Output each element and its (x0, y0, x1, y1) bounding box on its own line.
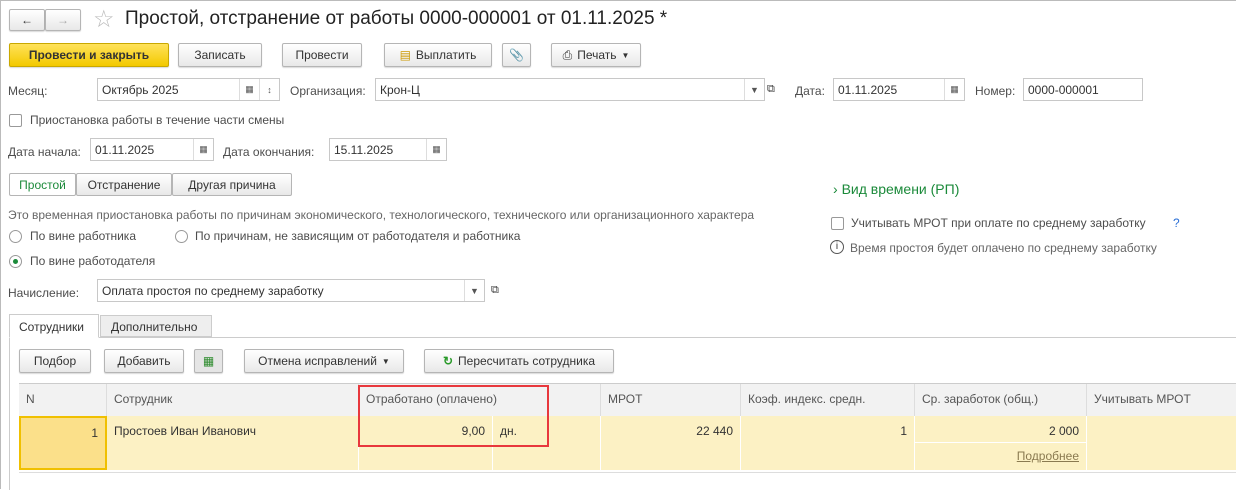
help-link[interactable]: ? (1173, 216, 1180, 230)
cell-coef[interactable]: 1 (741, 416, 915, 470)
partial-shift-checkbox[interactable] (9, 114, 22, 127)
month-field[interactable]: Октябрь 2025 ▦ ↕ (97, 78, 280, 101)
chevron-right-icon: › (833, 181, 842, 197)
cell-employee[interactable]: Простоев Иван Иванович (107, 416, 359, 470)
recalc-button[interactable]: ↻ Пересчитать сотрудника (424, 349, 614, 373)
col-n[interactable]: N (19, 384, 107, 416)
chevron-down-icon: ▼ (621, 50, 630, 60)
end-label: Дата окончания: (223, 145, 315, 159)
tab-additional[interactable]: Дополнительно (100, 315, 212, 337)
favorite-star-icon[interactable]: ☆ (93, 5, 115, 34)
description-text: Это временная приостановка работы по при… (8, 208, 755, 222)
printer-icon: ⎙ (562, 47, 573, 62)
mrot-checkbox[interactable] (831, 217, 844, 230)
cell-mrot[interactable]: 22 440 (601, 416, 741, 470)
open-accrual-icon[interactable]: ⧉ (491, 284, 499, 297)
dropdown-icon[interactable]: ▼ (464, 280, 484, 301)
reason-label-independent: По причинам, не зависящим от работодател… (195, 229, 521, 243)
number-field[interactable]: 0000-000001 (1023, 78, 1143, 101)
reason-label-employee: По вине работника (30, 229, 136, 243)
mrot-label: Учитывать МРОТ при оплате по среднему за… (851, 216, 1146, 230)
tab-employees[interactable]: Сотрудники (9, 314, 99, 338)
pay-button[interactable]: ▤ Выплатить (384, 43, 492, 67)
end-date-field[interactable]: 15.11.2025 ▦ (329, 138, 447, 161)
refresh-icon: ↻ (442, 354, 454, 368)
print-button[interactable]: ⎙ Печать ▼ (551, 43, 641, 67)
chevron-down-icon: ▼ (381, 356, 390, 366)
add-rows-button[interactable]: ▦ (194, 349, 223, 373)
date-label: Дата: (795, 84, 825, 98)
start-label: Дата начала: (8, 145, 81, 159)
number-label: Номер: (975, 84, 1016, 98)
post-and-close-button[interactable]: Провести и закрыть (9, 43, 169, 67)
kind-tab-suspension[interactable]: Отстранение (76, 173, 172, 196)
save-button[interactable]: Записать (178, 43, 262, 67)
cell-n[interactable]: 1 (19, 416, 107, 470)
cell-avg-details[interactable]: Подробнее (915, 443, 1087, 470)
open-org-icon[interactable]: ⧉ (767, 83, 775, 96)
start-date-field[interactable]: 01.11.2025 ▦ (90, 138, 214, 161)
org-label: Организация: (290, 84, 366, 98)
time-kind-toggle[interactable]: › Вид времени (РП) (833, 181, 959, 197)
highlight-box (358, 385, 549, 447)
col-use-mrot[interactable]: Учитывать МРОТ (1087, 384, 1236, 416)
kind-tab-idle[interactable]: Простой (9, 173, 76, 196)
col-coef[interactable]: Коэф. индекс. средн. (741, 384, 915, 416)
kind-tab-other[interactable]: Другая причина (172, 173, 292, 196)
page-title: Простой, отстранение от работы 0000-0000… (125, 8, 668, 29)
paperclip-icon: 📎 (509, 48, 524, 62)
date-field[interactable]: 01.11.2025 ▦ (833, 78, 965, 101)
accrual-field[interactable]: Оплата простоя по среднему заработку ▼ (97, 279, 485, 302)
month-stepper[interactable]: ↕ (259, 79, 279, 100)
calendar-icon[interactable]: ▦ (944, 79, 964, 100)
pay-icon: ▤ (399, 48, 411, 62)
details-link[interactable]: Подробнее (1017, 449, 1079, 463)
calendar-icon[interactable]: ▦ (426, 139, 446, 160)
reason-radio-employer[interactable] (9, 255, 22, 268)
info-icon: i (830, 240, 844, 254)
cell-avg[interactable]: 2 000 (915, 416, 1087, 443)
info-text: Время простоя будет оплачено по среднему… (850, 241, 1157, 255)
dropdown-icon[interactable]: ▼ (744, 79, 764, 100)
month-label: Месяц: (8, 84, 48, 98)
calendar-icon[interactable]: ▦ (239, 79, 259, 100)
back-button[interactable]: ← (9, 9, 45, 31)
forward-button[interactable]: → (45, 9, 81, 31)
cancel-fix-button[interactable]: Отмена исправлений ▼ (244, 349, 404, 373)
accrual-label: Начисление: (8, 286, 80, 300)
reason-label-employer: По вине работодателя (30, 254, 156, 268)
pick-button[interactable]: Подбор (19, 349, 91, 373)
col-mrot[interactable]: МРОТ (601, 384, 741, 416)
attach-button[interactable]: 📎 (502, 43, 531, 67)
cell-use-mrot[interactable] (1087, 416, 1236, 470)
partial-shift-label: Приостановка работы в течение части смен… (30, 113, 285, 127)
table-add-icon: ▦ (202, 354, 215, 368)
org-field[interactable]: Крон-Ц ▼ (375, 78, 765, 101)
col-employee[interactable]: Сотрудник (107, 384, 359, 416)
reason-radio-independent[interactable] (175, 230, 188, 243)
add-button[interactable]: Добавить (104, 349, 184, 373)
calendar-icon[interactable]: ▦ (193, 139, 213, 160)
reason-radio-employee[interactable] (9, 230, 22, 243)
col-avg[interactable]: Ср. заработок (общ.) (915, 384, 1087, 416)
post-button[interactable]: Провести (282, 43, 362, 67)
